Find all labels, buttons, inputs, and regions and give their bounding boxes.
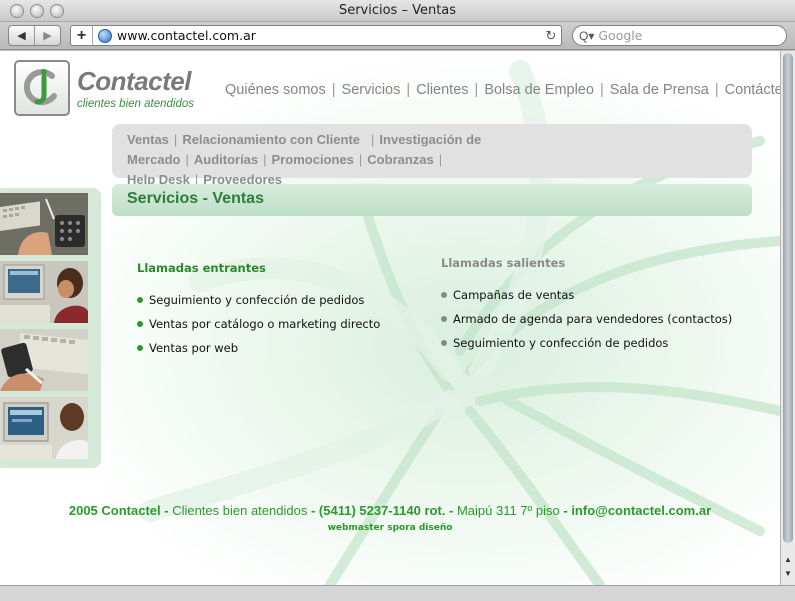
page-viewport: Contactel clientes bien atendidos Quiéne… [0, 51, 780, 585]
history-buttons: ◀ ▶ [8, 25, 61, 46]
photo-woman-monitor [0, 261, 88, 323]
search-input[interactable]: Google [598, 28, 642, 43]
list-item-text: Campañas de ventas [453, 288, 575, 302]
nav-separator: | [599, 82, 604, 98]
window-titlebar: Servicios – Ventas [0, 0, 795, 22]
photo-column [0, 188, 101, 468]
forward-button[interactable]: ▶ [34, 26, 60, 45]
url-input[interactable]: www.contactel.com.ar [117, 28, 541, 43]
subnav-auditorias[interactable]: Auditorías [194, 152, 258, 167]
grey-bullet-icon [441, 316, 447, 322]
list-item: Seguimiento y confección de pedidos [441, 331, 732, 355]
nav-clientes[interactable]: Clientes [416, 82, 468, 98]
inbound-calls-title: Llamadas entrantes [137, 261, 266, 275]
inbound-calls-section: Llamadas entrantes Seguimiento y confecc… [137, 261, 380, 360]
search-icon[interactable]: Q▾ [579, 29, 594, 43]
outbound-list: Campañas de ventas Armado de agenda para… [441, 283, 732, 355]
list-item-text: Ventas por catálogo o marketing directo [149, 317, 381, 331]
subnav-separator: | [185, 152, 189, 167]
browser-toolbar: ◀ ▶ + www.contactel.com.ar ↻ Q▾ Google [0, 22, 795, 50]
nav-separator: | [474, 82, 479, 98]
site-footer: 2005 Contactel - Clientes bien atendidos… [0, 503, 780, 518]
list-item-text: Seguimiento y confección de pedidos [453, 336, 669, 350]
vertical-scrollbar[interactable]: ▲ ▼ [780, 51, 795, 585]
scroll-up-icon[interactable]: ▲ [784, 555, 792, 564]
grey-bullet-icon [441, 292, 447, 298]
list-item: Seguimiento y confección de pedidos [137, 288, 380, 312]
back-button[interactable]: ◀ [9, 26, 34, 45]
logo-c-j-icon [23, 69, 57, 106]
grey-bullet-icon [441, 340, 447, 346]
nav-bolsa-de-empleo[interactable]: Bolsa de Empleo [484, 82, 594, 98]
outbound-calls-section: Llamadas salientes Campañas de ventas Ar… [441, 256, 732, 355]
list-item-text: Seguimiento y confección de pedidos [149, 293, 365, 307]
inbound-list: Seguimiento y confección de pedidos Vent… [137, 288, 380, 360]
subnav-separator: | [438, 152, 443, 167]
nav-quienes-somos[interactable]: Quiénes somos [225, 82, 326, 98]
subnav-promociones[interactable]: Promociones [272, 152, 354, 167]
services-subnav: Ventas | Relacionamiento con Cliente | Inves… [112, 124, 752, 187]
nav-separator: | [331, 82, 336, 98]
list-item-text: Armado de agenda para vendedores (contac… [453, 312, 733, 326]
window-title: Servicios – Ventas [338, 3, 457, 18]
section-heading-bar: Servicios - Ventas [112, 184, 752, 216]
add-bookmark-button[interactable]: + [71, 26, 93, 45]
photo-man-monitor [0, 397, 88, 459]
photo-hands-keyboard [0, 329, 88, 391]
list-item: Ventas por catálogo o marketing directo [137, 312, 380, 336]
nav-contactenos[interactable]: Contáctenos [725, 82, 780, 98]
subnav-ventas[interactable]: Ventas [127, 132, 169, 147]
subnav-separator: | [358, 152, 363, 167]
nav-servicios[interactable]: Servicios [342, 82, 401, 98]
search-field[interactable]: Q▾ Google [572, 25, 787, 46]
outbound-calls-title: Llamadas salientes [441, 256, 566, 270]
list-item: Armado de agenda para vendedores (contac… [441, 307, 732, 331]
subnav-cobranzas[interactable]: Cobranzas [367, 152, 433, 167]
list-item-text: Ventas por web [149, 341, 239, 355]
footer-tagline: Clientes bien atendidos [172, 503, 308, 518]
subnav-separator: | [371, 132, 375, 147]
brand-name: Contactel [77, 66, 191, 96]
subnav-separator: | [263, 152, 267, 167]
subnav-separator: | [173, 132, 178, 147]
status-bar [0, 585, 795, 601]
webmaster-credit-link[interactable]: webmaster spora diseño [0, 523, 780, 533]
footer-address: Maipú 311 7º piso [456, 503, 560, 518]
subnav-relacionamiento[interactable]: Relacionamiento con Cliente [182, 132, 360, 147]
photo-keyboard-phone [0, 193, 88, 255]
vertical-scroll-thumb[interactable] [783, 53, 793, 543]
page-title: Servicios - Ventas [127, 190, 264, 207]
reload-icon[interactable]: ↻ [541, 28, 561, 44]
logo-emblem [14, 60, 70, 116]
nav-separator: | [714, 82, 719, 98]
scroll-down-icon[interactable]: ▼ [784, 569, 792, 578]
address-bar[interactable]: + www.contactel.com.ar ↻ [70, 25, 562, 46]
subnav-row: Ventas | Relacionamiento con Cliente | Inves… [127, 130, 742, 170]
green-bullet-icon [137, 321, 143, 327]
list-item: Ventas por web [137, 336, 380, 360]
footer-year-brand: 2005 Contactel - [68, 503, 169, 518]
green-bullet-icon [137, 297, 143, 303]
site-globe-icon [98, 28, 112, 43]
nav-sala-de-prensa[interactable]: Sala de Prensa [610, 82, 709, 98]
main-navigation: Quiénes somos | Servicios | Clientes | B… [225, 82, 780, 98]
contactel-logo[interactable]: Contactel clientes bien atendidos [14, 60, 194, 116]
list-item: Campañas de ventas [441, 283, 732, 307]
brand-tagline: clientes bien atendidos [77, 98, 194, 110]
nav-separator: | [406, 82, 411, 98]
footer-phone: - (5411) 5237-1140 rot. - [310, 503, 454, 518]
footer-email-link[interactable]: - info@contactel.com.ar [563, 503, 711, 518]
green-bullet-icon [137, 345, 143, 351]
